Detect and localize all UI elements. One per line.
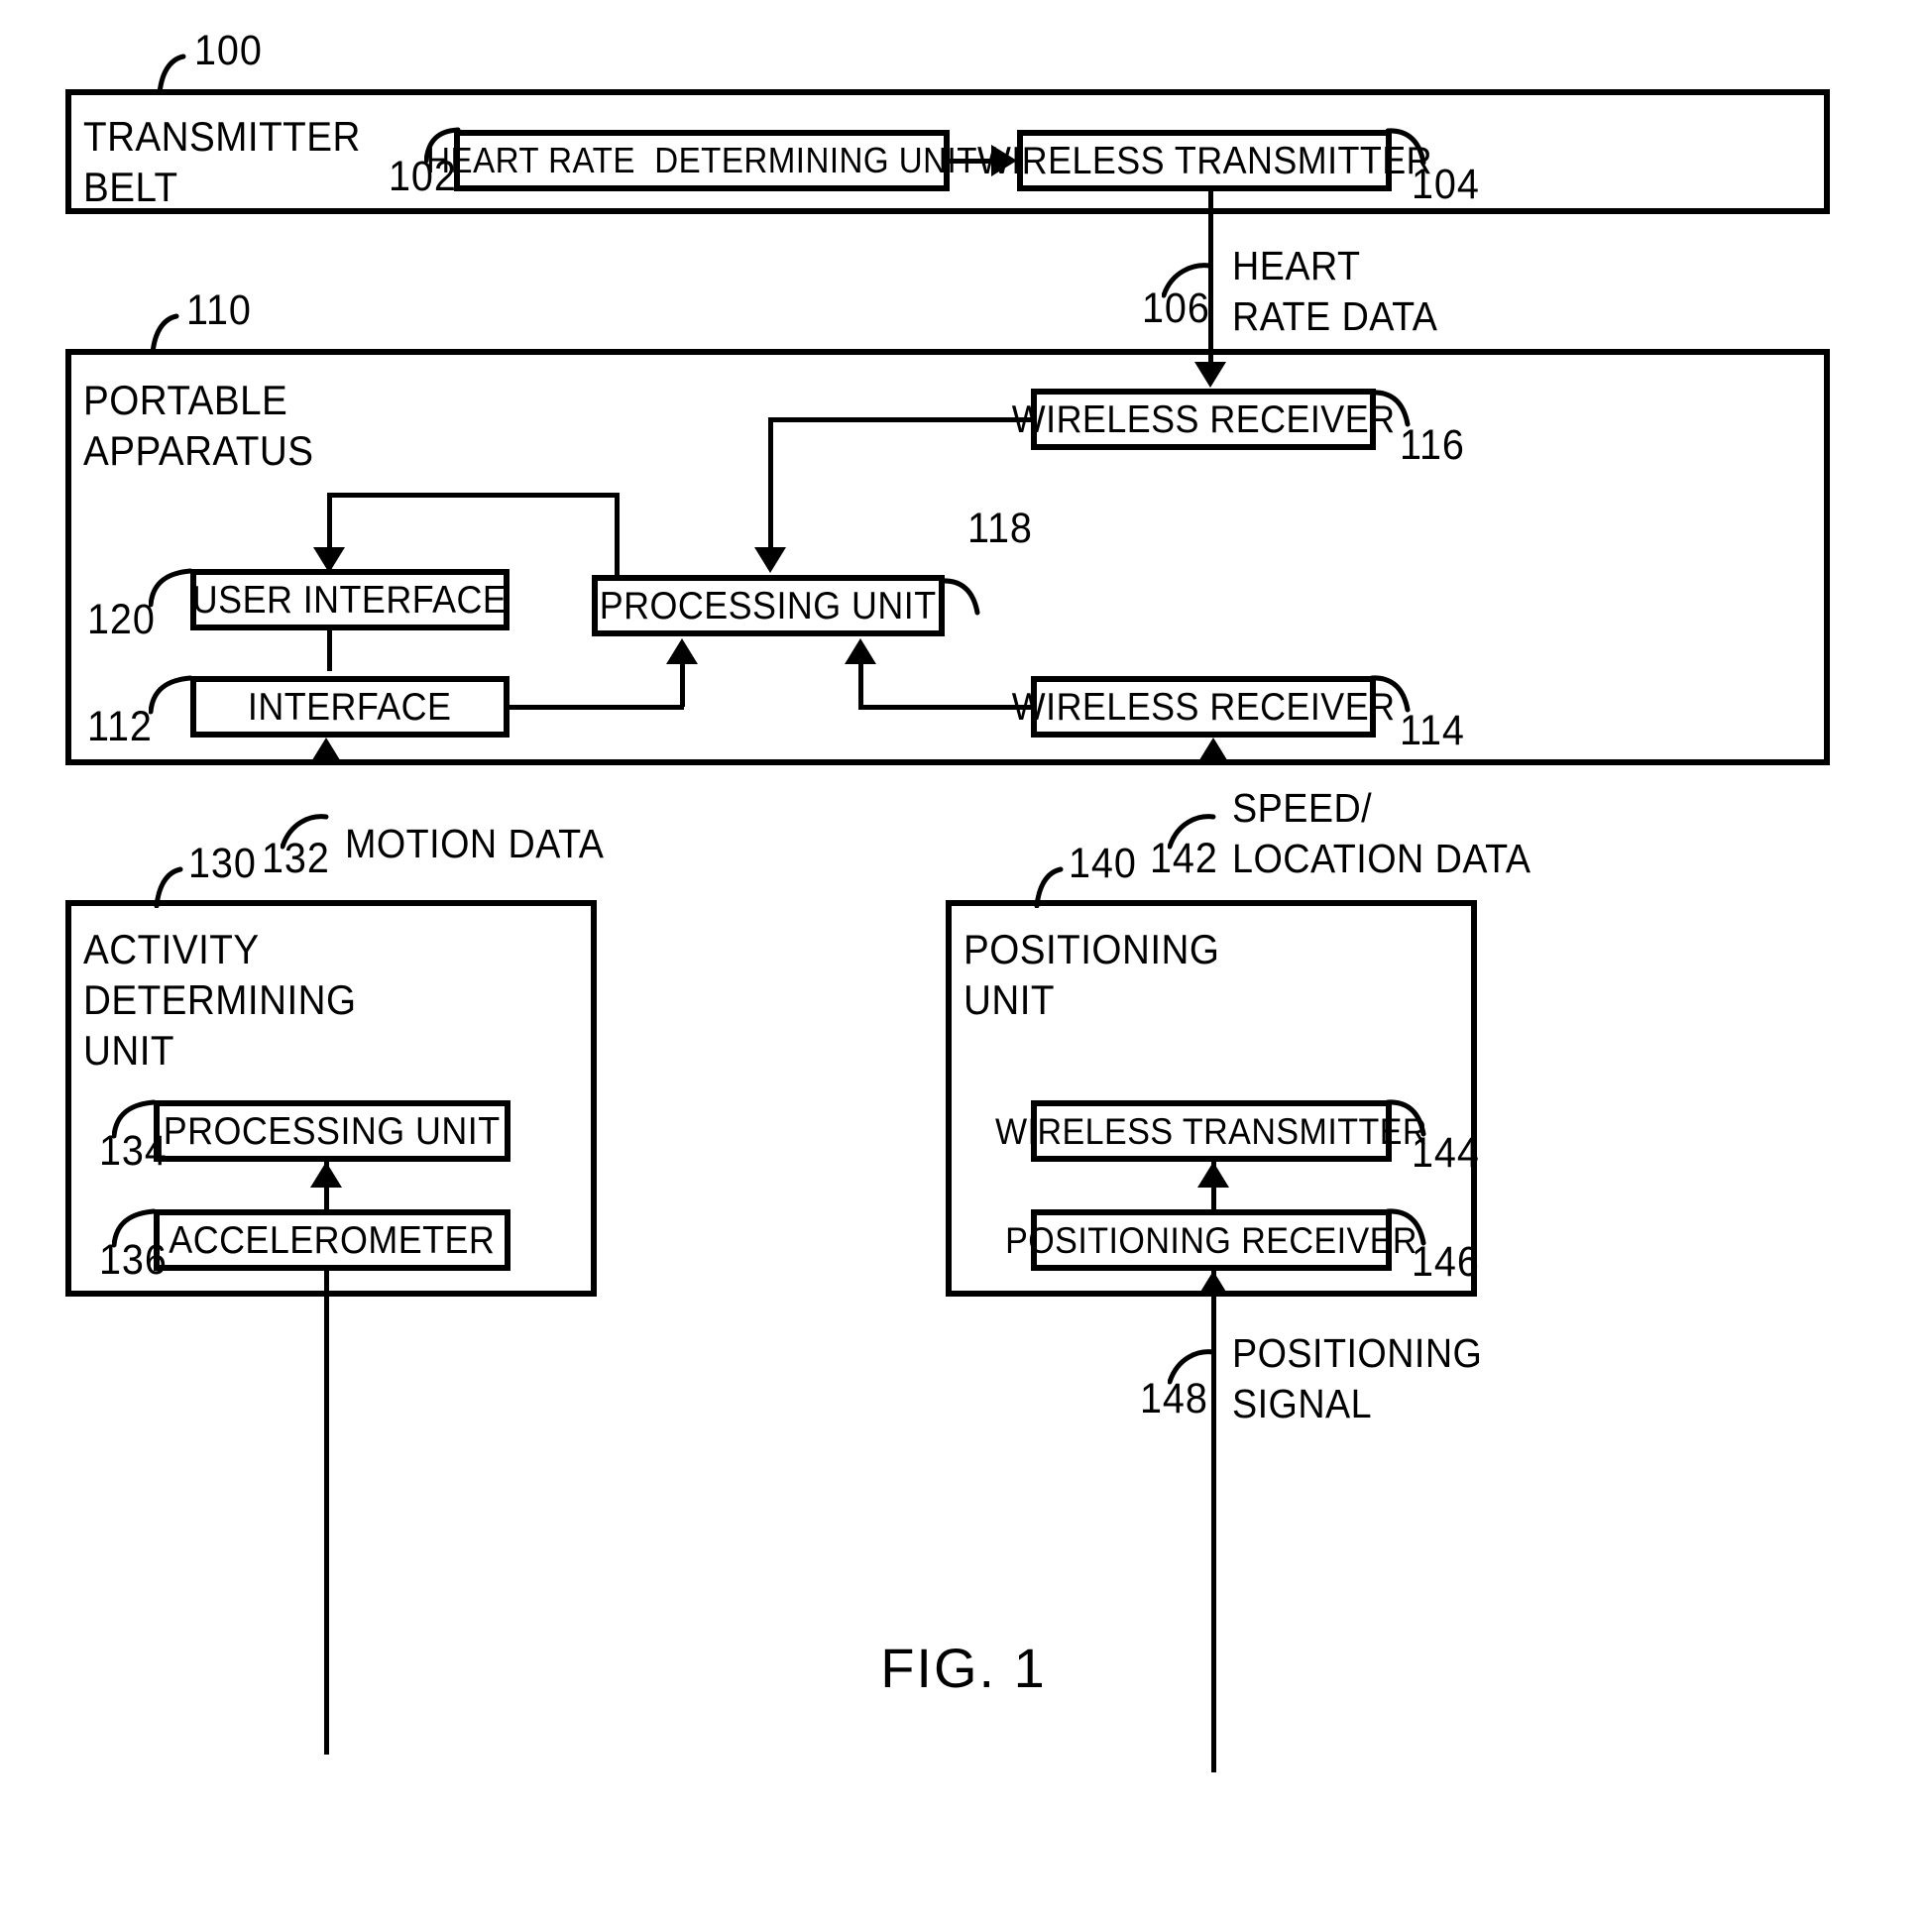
- connector-114-to-processing-h: [858, 705, 1035, 710]
- arrowhead-116-to-processing: [754, 547, 786, 573]
- ref-number-104: 104: [1412, 161, 1480, 208]
- patent-figure-page: TRANSMITTER BELT 100 HEART RATE DETERMIN…: [0, 0, 1927, 1932]
- connector-116-to-processing-v: [768, 417, 773, 554]
- interface-112-label: INTERFACE: [248, 685, 452, 729]
- processing-unit-134-label: PROCESSING UNIT: [164, 1109, 501, 1153]
- ref-number-144: 144: [1412, 1129, 1480, 1177]
- arrowhead-interface-to-processing: [666, 638, 698, 664]
- ref-number-106: 106: [1142, 284, 1210, 332]
- ref-number-142: 142: [1150, 835, 1218, 882]
- heart-rate-data-label: HEART RATE DATA: [1232, 243, 1438, 340]
- wireless-transmitter-belt-label: WIRELESS TRANSMITTER: [976, 139, 1432, 182]
- motion-data-label: MOTION DATA: [345, 821, 605, 866]
- connector-interface-to-processing-v: [680, 662, 685, 707]
- user-interface-120-box: USER INTERFACE: [190, 569, 510, 630]
- arrowhead-positioning-signal: [1197, 1271, 1229, 1297]
- leader-hook-118: [940, 575, 981, 617]
- arrowhead-heart-rate-data: [1194, 362, 1226, 388]
- arrowhead-146-to-144: [1197, 1162, 1229, 1188]
- accelerometer-136-label: ACCELEROMETER: [169, 1218, 496, 1262]
- connector-processing-to-ui-h: [327, 493, 617, 498]
- positioning-unit-title: POSITIONING UNIT: [964, 926, 1220, 1024]
- arrowhead-speed-location-data: [1197, 738, 1229, 763]
- ref-number-130: 130: [188, 840, 257, 887]
- wireless-receiver-114-box: WIRELESS RECEIVER: [1012, 676, 1395, 738]
- accelerometer-136-box: ACCELEROMETER: [154, 1209, 510, 1271]
- wireless-receiver-116-box: WIRELESS RECEIVER: [1012, 389, 1395, 450]
- positioning-receiver-146-box: POSITIONING RECEIVER: [1005, 1209, 1417, 1271]
- ref-number-120: 120: [87, 596, 156, 643]
- ref-number-110: 110: [186, 286, 252, 334]
- wireless-transmitter-belt-box: WIRELESS TRANSMITTER: [976, 130, 1431, 191]
- ref-number-146: 146: [1412, 1238, 1480, 1286]
- ref-number-140: 140: [1069, 840, 1137, 887]
- leader-hook-120: [149, 565, 194, 609]
- interface-112-box: INTERFACE: [190, 676, 510, 738]
- wireless-receiver-116-label: WIRELESS RECEIVER: [1011, 398, 1396, 441]
- wireless-transmitter-144-box: WIRELESS TRANSMITTER: [995, 1100, 1427, 1162]
- arrowhead-114-to-processing: [845, 638, 876, 664]
- ref-number-114: 114: [1400, 707, 1465, 754]
- heart-rate-determining-unit-label: HEART RATE DETERMINING UNIT: [426, 140, 977, 180]
- portable-apparatus-title: PORTABLE APPARATUS: [83, 377, 314, 475]
- arrowhead-accel-to-processing: [310, 1162, 342, 1188]
- leader-hook-100: [154, 52, 199, 95]
- user-interface-120-label: USER INTERFACE: [192, 578, 508, 622]
- figure-caption: FIG. 1: [880, 1637, 1047, 1699]
- wireless-transmitter-144-label: WIRELESS TRANSMITTER: [994, 1110, 1428, 1152]
- processing-unit-118-box: PROCESSING UNIT: [592, 575, 945, 636]
- processing-unit-134-box: PROCESSING UNIT: [154, 1100, 510, 1162]
- ref-number-136: 136: [99, 1236, 168, 1284]
- wireless-receiver-114-label: WIRELESS RECEIVER: [1011, 685, 1396, 729]
- connector-interface-to-processing-h: [510, 705, 684, 710]
- ref-number-102: 102: [389, 153, 457, 200]
- ref-number-148: 148: [1140, 1375, 1208, 1422]
- ref-number-118: 118: [967, 505, 1033, 552]
- ref-number-134: 134: [99, 1127, 168, 1175]
- positioning-signal-label: POSITIONING SIGNAL: [1232, 1330, 1483, 1427]
- processing-unit-118-label: PROCESSING UNIT: [600, 584, 937, 627]
- connector-processing-entry-v: [615, 493, 620, 576]
- speed-location-data-label: SPEED/ LOCATION DATA: [1232, 785, 1531, 882]
- positioning-receiver-146-label: POSITIONING RECEIVER: [1005, 1219, 1417, 1261]
- arrowhead-motion-data: [310, 738, 342, 763]
- heart-rate-determining-unit-box: HEART RATE DETERMINING UNIT: [426, 130, 976, 191]
- ref-number-100: 100: [194, 27, 263, 74]
- connector-116-to-processing-h: [768, 417, 1034, 422]
- ref-number-116: 116: [1400, 421, 1465, 469]
- connector-114-to-processing-v: [858, 662, 863, 707]
- activity-determining-unit-title: ACTIVITY DETERMINING UNIT: [83, 926, 357, 1075]
- ref-number-112: 112: [87, 703, 153, 750]
- leader-hook-112: [149, 672, 194, 716]
- ref-number-132: 132: [262, 835, 330, 882]
